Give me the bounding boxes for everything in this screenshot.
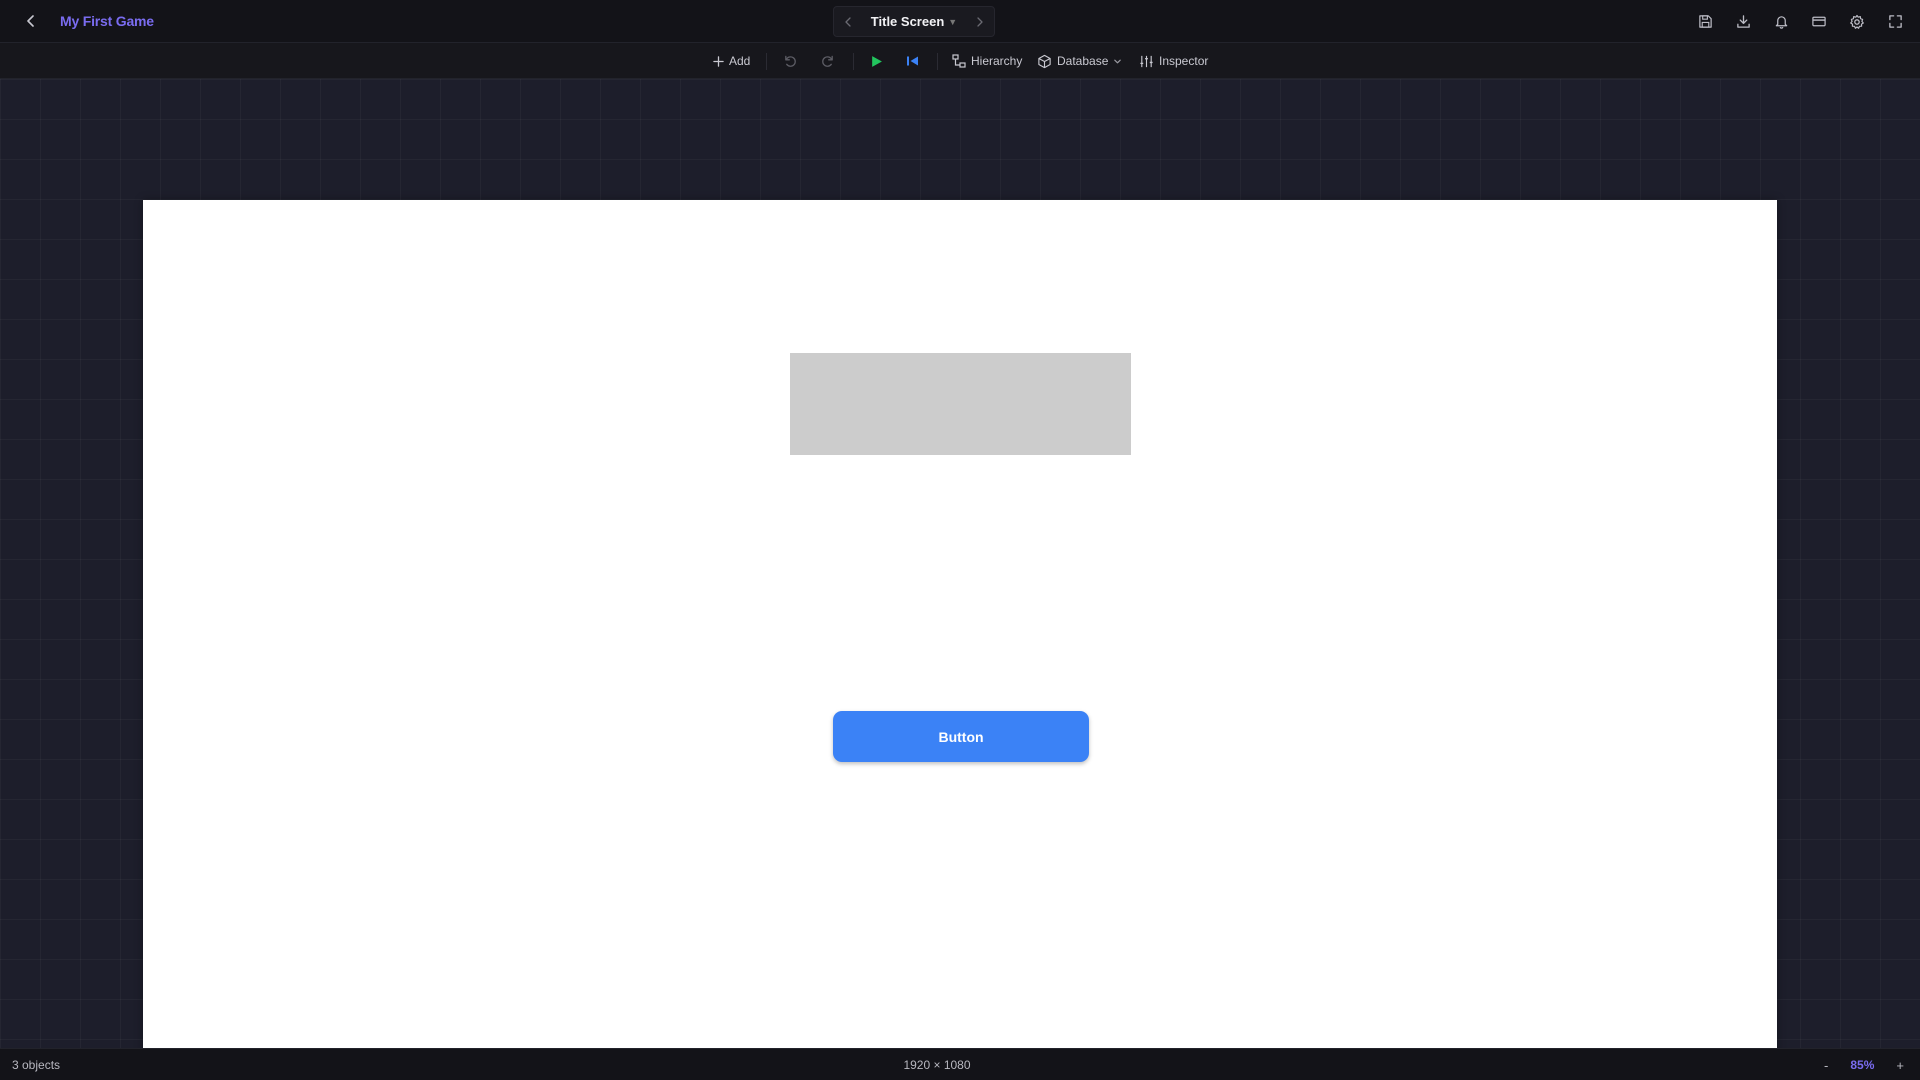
gear-icon (1850, 14, 1864, 29)
status-bar: 3 objects 1920 × 1080 - 85% + (0, 1048, 1920, 1080)
chevron-left-icon (845, 16, 851, 27)
stage-resolution: 1920 × 1080 (903, 1058, 971, 1072)
toolbar-divider (766, 53, 767, 70)
inspector-label: Inspector (1159, 54, 1209, 68)
cube-icon (1038, 54, 1051, 68)
skip-back-icon (907, 56, 918, 66)
database-dropdown[interactable]: Database (1037, 43, 1122, 79)
database-label: Database (1057, 54, 1109, 68)
scene-name: Title Screen (870, 14, 945, 29)
play-button[interactable] (870, 43, 883, 79)
canvas-workspace[interactable]: Button (0, 79, 1920, 1080)
play-icon (872, 55, 882, 67)
save-button[interactable] (1694, 11, 1716, 33)
chevron-left-icon (27, 15, 34, 27)
stage-rectangle-object[interactable] (790, 353, 1131, 455)
next-scene-button[interactable] (966, 7, 994, 36)
download-icon (1736, 15, 1750, 28)
hierarchy-label: Hierarchy (971, 54, 1023, 68)
hierarchy-icon (952, 54, 966, 68)
fullscreen-button[interactable] (1884, 11, 1906, 33)
bell-icon (1775, 16, 1787, 29)
back-button[interactable] (20, 10, 42, 32)
undo-button[interactable] (783, 43, 798, 79)
chevron-right-icon (977, 16, 983, 27)
stage-button-label: Button (938, 728, 984, 745)
top-bar: My First Game Title Screen ▼ (0, 0, 1920, 43)
zoom-in-button[interactable]: + (1896, 1058, 1904, 1073)
download-button[interactable] (1732, 11, 1754, 33)
settings-button[interactable] (1846, 11, 1868, 33)
add-label: Add (729, 54, 751, 68)
game-stage[interactable]: Button (143, 200, 1777, 1080)
project-title[interactable]: My First Game (60, 13, 154, 29)
caret-down-icon: ▼ (948, 16, 958, 27)
billing-button[interactable] (1808, 11, 1830, 33)
save-icon (1698, 15, 1712, 28)
redo-icon (822, 55, 833, 67)
editor-toolbar: Add Hierarchy Database Inspector (0, 43, 1920, 79)
chevron-down-icon (1114, 59, 1122, 63)
stage-button-object[interactable]: Button (833, 711, 1089, 762)
zoom-level[interactable]: 85% (1850, 1058, 1874, 1072)
undo-icon (785, 55, 796, 67)
zoom-out-button[interactable]: - (1824, 1058, 1828, 1073)
sliders-icon (1140, 55, 1153, 67)
restart-button[interactable] (906, 43, 919, 79)
toolbar-divider (853, 53, 854, 70)
add-button[interactable]: Add (713, 43, 750, 79)
credit-card-icon (1812, 16, 1826, 27)
toolbar-divider (937, 53, 938, 70)
plus-icon (713, 55, 724, 67)
fullscreen-icon (1888, 15, 1902, 28)
notifications-button[interactable] (1770, 11, 1792, 33)
scene-selector[interactable]: Title Screen ▼ (862, 14, 966, 29)
inspector-button[interactable]: Inspector (1139, 43, 1208, 79)
zoom-controls: - 85% + (1824, 1049, 1904, 1080)
redo-button[interactable] (820, 43, 835, 79)
previous-scene-button[interactable] (834, 7, 862, 36)
hierarchy-button[interactable]: Hierarchy (952, 43, 1022, 79)
top-right-actions (1694, 0, 1906, 43)
scene-switcher: Title Screen ▼ (833, 6, 995, 37)
